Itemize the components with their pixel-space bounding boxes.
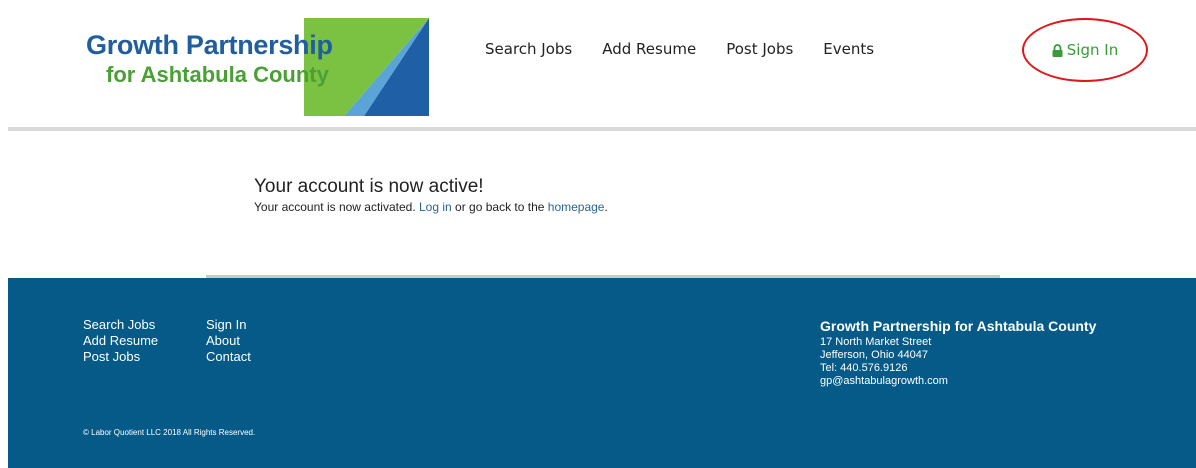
- activation-text: Your account is now activated. Log in or…: [254, 200, 608, 214]
- footer-post-jobs-link[interactable]: Post Jobs: [83, 349, 158, 365]
- site-footer: Search Jobs Add Resume Post Jobs Sign In…: [8, 278, 1196, 468]
- footer-email[interactable]: gp@ashtabulagrowth.com: [820, 375, 1096, 388]
- footer-search-jobs-link[interactable]: Search Jobs: [83, 317, 158, 333]
- nav-events[interactable]: Events: [823, 40, 874, 58]
- message-text: or go back to the: [451, 200, 548, 214]
- logo-title: Growth Partnership: [86, 30, 333, 60]
- header-divider: [8, 127, 1196, 131]
- message-text: Your account is now activated.: [254, 200, 419, 214]
- nav-search-jobs[interactable]: Search Jobs: [485, 40, 572, 58]
- site-header: Growth Partnership for Ashtabula County …: [0, 0, 1196, 128]
- homepage-link[interactable]: homepage: [548, 200, 605, 214]
- logo-subtitle: for Ashtabula County: [106, 62, 329, 87]
- site-logo[interactable]: Growth Partnership for Ashtabula County: [84, 18, 429, 116]
- footer-links-secondary: Sign In About Contact: [206, 317, 251, 365]
- lock-icon: [1052, 43, 1063, 57]
- footer-links-primary: Search Jobs Add Resume Post Jobs: [83, 317, 158, 365]
- footer-contact-link[interactable]: Contact: [206, 349, 251, 365]
- nav-post-jobs[interactable]: Post Jobs: [726, 40, 793, 58]
- footer-about-link[interactable]: About: [206, 333, 251, 349]
- nav-add-resume[interactable]: Add Resume: [602, 40, 696, 58]
- footer-phone: Tel: 440.576.9126: [820, 362, 908, 374]
- footer-address-line: 17 North Market Street: [820, 336, 932, 348]
- sign-in-label: Sign In: [1066, 41, 1119, 59]
- footer-add-resume-link[interactable]: Add Resume: [83, 333, 158, 349]
- log-in-link[interactable]: Log in: [419, 200, 452, 214]
- sign-in-button[interactable]: Sign In: [1022, 18, 1148, 82]
- message-text: .: [604, 200, 608, 214]
- page-title: Your account is now active!: [254, 176, 484, 197]
- main-nav: Search Jobs Add Resume Post Jobs Events: [485, 40, 904, 58]
- footer-sign-in-link[interactable]: Sign In: [206, 317, 251, 333]
- footer-contact-info: Growth Partnership for Ashtabula County …: [820, 317, 1096, 388]
- footer-address-line: Jefferson, Ohio 44047: [820, 349, 929, 361]
- copyright-notice: © Labor Quotient LLC 2018 All Rights Res…: [83, 428, 256, 437]
- activation-message: Your account is now active! Your account…: [254, 176, 608, 214]
- footer-org-name: Growth Partnership for Ashtabula County: [820, 318, 1097, 334]
